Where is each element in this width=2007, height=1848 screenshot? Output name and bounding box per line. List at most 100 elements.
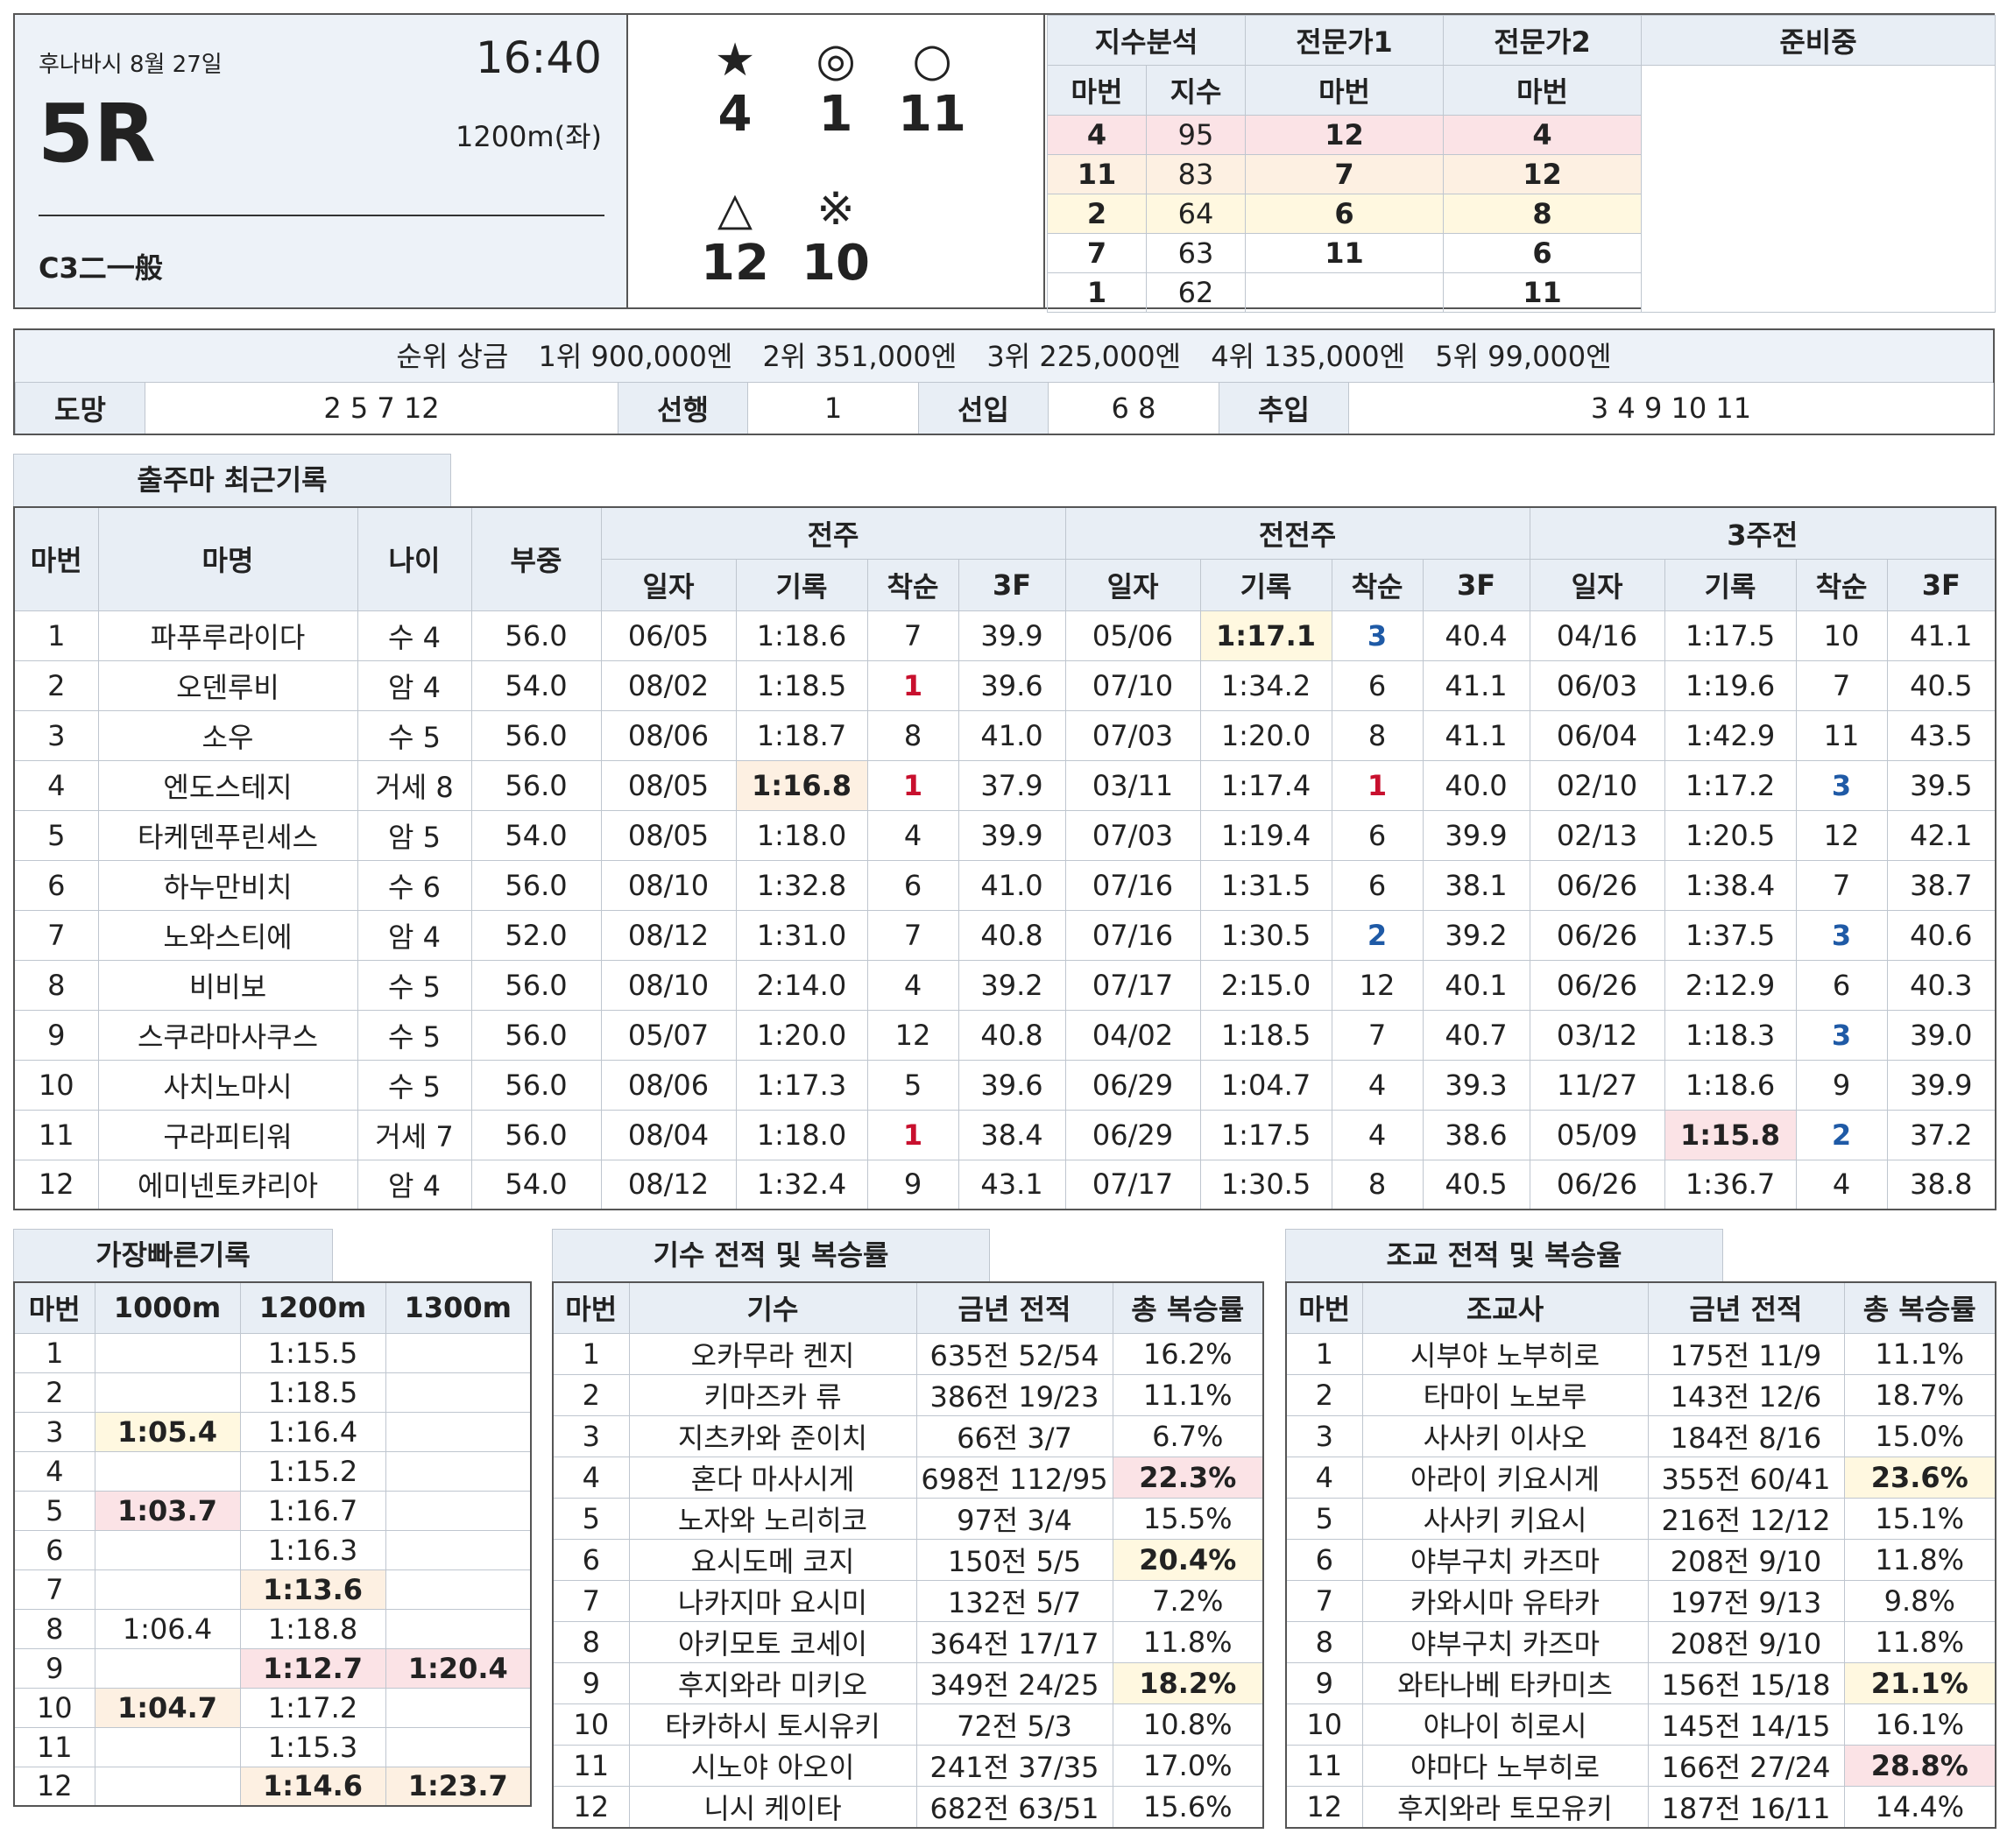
season-record: 208전 9/10: [1647, 1538, 1845, 1581]
race-time: 1:30.5: [1199, 1159, 1332, 1210]
trainer-name: 사사키 이사오: [1361, 1414, 1649, 1457]
best-1000m: 1:04.7: [94, 1687, 241, 1728]
horse-name: 구라피티워: [97, 1109, 358, 1160]
season-record: 72전 5/3: [915, 1703, 1113, 1746]
horse-no: 11: [1285, 1744, 1363, 1787]
horse-no: 6: [552, 1538, 630, 1581]
race-time: 1:18.0: [735, 809, 868, 861]
season-record: 216전 12/12: [1647, 1497, 1845, 1540]
trainer-tab: 조교 전적 및 복승율: [1285, 1229, 1723, 1281]
best-1000m: [94, 1529, 241, 1570]
jockeys-row: 5 노자와 노리히코 97전 3/4 15.5%: [552, 1497, 1264, 1540]
record-row: 3 소우 수 5 56.0 08/06 1:18.7 8 41.0 07/03 1:20.0 8 41…: [13, 709, 1996, 761]
race-time: 1:16.8: [735, 759, 868, 811]
horse-name: 타케덴푸린세스: [97, 809, 358, 861]
place-rate: 11.8%: [1112, 1620, 1264, 1663]
record-row: 6 하누만비치 수 6 56.0 08/10 1:32.8 6 41.0 07/16 1:31.5…: [13, 859, 1996, 911]
jockeys-row: 9 후지와라 미키오 349전 24/25 18.2%: [552, 1661, 1264, 1704]
race-3f: 40.4: [1422, 610, 1530, 661]
race-3f: 38.8: [1886, 1159, 1996, 1210]
race-time: 2:15.0: [1199, 959, 1332, 1011]
best-1300m: [385, 1569, 532, 1610]
horse-name: 사치노마시: [97, 1059, 358, 1111]
pick-horse: 10: [802, 235, 870, 292]
best-1200m: 1:16.4: [239, 1411, 386, 1452]
race-3f: 39.9: [958, 610, 1066, 661]
race-3f: 39.9: [1886, 1059, 1996, 1111]
race-date: 02/13: [1529, 809, 1665, 861]
best-1300m: [385, 1411, 532, 1452]
trainer-name: 타마이 노보루: [1361, 1373, 1649, 1416]
trainer-name: 카와시마 유타카: [1361, 1579, 1649, 1622]
horse-name: 오덴루비: [97, 659, 358, 711]
race-time: 1:18.6: [1664, 1059, 1797, 1111]
trainers-row: 9 와타나베 타카미츠 156전 15/18 21.1%: [1285, 1661, 1996, 1704]
trainer-name: 시부야 노부히로: [1361, 1332, 1649, 1375]
carried-weight: 54.0: [470, 1159, 602, 1210]
pick-horse: 4: [717, 86, 753, 143]
jockeys-row: 11 시노야 아오이 241전 37/35 17.0%: [552, 1744, 1264, 1787]
best-1200m: 1:12.7: [239, 1647, 386, 1689]
horse-no: 12: [1285, 1785, 1363, 1828]
season-record: 143전 12/6: [1647, 1373, 1845, 1416]
third-race-header: 3주전: [1529, 506, 1996, 560]
race-rank: 9: [1795, 1059, 1888, 1111]
race-rank: 8: [866, 709, 959, 761]
horse-age: 암 4: [357, 659, 472, 711]
pick-horse: 11: [898, 86, 966, 143]
place-rate: 11.8%: [1843, 1620, 1996, 1663]
place-rate: 15.5%: [1112, 1497, 1264, 1540]
jockey-stats-table: 마번 기수 금년 전적 총 복승률 1 오카무라 켄지 635전 52/54 16.2% 2 키…: [552, 1281, 1264, 1829]
carried-weight: 52.0: [470, 909, 602, 961]
race-3f: 39.9: [958, 809, 1066, 861]
jockeys-row: 8 아키모토 코세이 364전 17/17 11.8%: [552, 1620, 1264, 1663]
jockey-name: 타카하시 토시유키: [628, 1703, 917, 1746]
horse-age: 수 5: [357, 1009, 472, 1061]
style-horses: 6 8: [1048, 383, 1219, 434]
style-label: 도망: [15, 383, 145, 434]
race-rank: 7: [1795, 859, 1888, 911]
race-rank: 7: [1795, 659, 1888, 711]
race-rank: 8: [1331, 1159, 1424, 1210]
race-date: 03/12: [1529, 1009, 1665, 1061]
horse-no: 4: [13, 1450, 95, 1492]
season-record: 175전 11/9: [1647, 1332, 1845, 1375]
race-date: 07/16: [1064, 909, 1201, 961]
season-record: 184전 8/16: [1647, 1414, 1845, 1457]
fastest-col-header: 1200m: [239, 1281, 386, 1334]
time-header: 기록: [1664, 558, 1797, 611]
expert1-pick: 6: [1245, 194, 1445, 234]
season-record: 364전 17/17: [915, 1620, 1113, 1663]
pick-double-circle: ◎ 1: [788, 34, 884, 143]
jockeys-row: 4 혼다 마사시게 698전 112/95 22.3%: [552, 1456, 1264, 1499]
jockey-body: 1 오카무라 켄지 635전 52/54 16.2% 2 키마즈카 류 386전 19/23…: [552, 1332, 1264, 1828]
horse-no: 7: [13, 1569, 95, 1610]
race-rank: 3: [1331, 610, 1424, 661]
index-score: 83: [1145, 154, 1247, 194]
place-rate: 18.7%: [1843, 1373, 1996, 1416]
horse-no: 9: [1285, 1661, 1363, 1704]
double-circle-icon: ◎: [816, 34, 856, 87]
race-date: 03/11: [1064, 759, 1201, 811]
best-1300m: [385, 1450, 532, 1492]
fastest-col-header: 1000m: [94, 1281, 241, 1334]
horse-no: 12: [13, 1159, 99, 1210]
horse-no: 5: [1285, 1497, 1363, 1540]
running-style-table: 도망 2 5 7 12 선행 1 선입 6 8 추입 3 4 9 10 11: [15, 383, 1994, 434]
carried-weight: 56.0: [470, 859, 602, 911]
season-record: 197전 9/13: [1647, 1579, 1845, 1622]
race-rank: 12: [866, 1009, 959, 1061]
record-row: 2 오덴루비 암 4 54.0 08/02 1:18.5 1 39.6 07/10 1:34.2 6…: [13, 659, 1996, 711]
race-date: 05/07: [600, 1009, 737, 1061]
horse-name-header: 마명: [97, 506, 358, 611]
trainers-row: 3 사사키 이사오 184전 8/16 15.0%: [1285, 1414, 1996, 1457]
horse-no: 2: [13, 1372, 95, 1413]
jockey-name: 요시도메 코지: [628, 1538, 917, 1581]
trainers-col-header: 총 복승률: [1843, 1281, 1996, 1334]
best-1200m: 1:15.3: [239, 1726, 386, 1767]
jockey-name: 노자와 노리히코: [628, 1497, 917, 1540]
race-rank: 1: [866, 659, 959, 711]
carried-weight: 56.0: [470, 1009, 602, 1061]
horse-no-header: 마번: [1443, 65, 1643, 116]
age-header: 나이: [357, 506, 472, 611]
